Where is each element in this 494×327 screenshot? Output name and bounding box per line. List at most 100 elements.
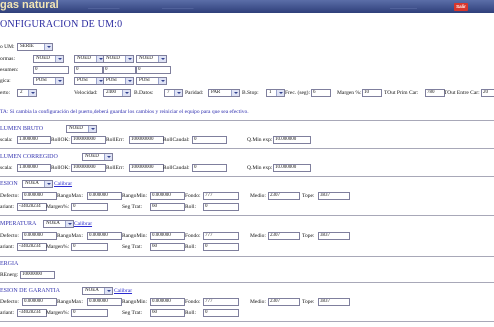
resumen-input-1[interactable]: 0 <box>33 66 69 74</box>
tope-input[interactable]: 3837 <box>318 232 350 240</box>
rollok-label: RollOK: <box>51 137 70 143</box>
segtrat-input[interactable]: 60 <box>150 309 185 317</box>
margen-input[interactable]: 0 <box>71 243 108 251</box>
escala-input[interactable]: 1.000000 <box>17 164 51 172</box>
rangomax-input[interactable]: 0.000000 <box>87 298 122 306</box>
presion-select[interactable]: NOEA <box>22 180 53 188</box>
chevron-down-icon <box>125 56 133 62</box>
defecto-input[interactable]: 0.000000 <box>22 232 57 240</box>
medio-label: Medio: <box>250 299 266 305</box>
rangomax-input[interactable]: 0.000000 <box>87 232 122 240</box>
rollcaudal-input[interactable]: 0 <box>192 136 227 144</box>
velocidad-select[interactable]: 2400 <box>103 89 131 97</box>
variant-input[interactable]: -34028234 <box>17 203 47 211</box>
um-type-select[interactable]: SERIE <box>17 43 53 51</box>
section-title-presion: ESION <box>0 181 18 187</box>
rangomin-input[interactable]: 0.000000 <box>150 232 185 240</box>
variant-input[interactable]: -34028234 <box>17 309 47 317</box>
fondo-input[interactable]: 777 <box>203 298 239 306</box>
formas-select-1[interactable]: NOED <box>33 55 64 63</box>
defecto-input[interactable]: 0.000000 <box>22 192 57 200</box>
logica-select-1[interactable]: POSI <box>33 77 64 85</box>
roll-label: Roll: <box>185 310 197 316</box>
rollcaudal-input[interactable]: 0 <box>192 164 227 172</box>
volumen-bruto-select[interactable]: NOED <box>66 125 97 133</box>
calibrar-link[interactable]: Calibrar <box>54 181 72 187</box>
segtrat-input[interactable]: 60 <box>150 243 185 251</box>
puerto-select[interactable]: 2 <box>17 89 37 97</box>
bstop-label: B.Stop: <box>242 90 259 96</box>
formas-select-4[interactable]: NOED <box>136 55 167 63</box>
rangomin-label: RangoMin: <box>122 299 148 305</box>
brand-logo: gas natural <box>0 0 59 11</box>
medio-input[interactable]: 2307 <box>268 298 300 306</box>
rollerr-input[interactable]: 100000000 <box>129 164 164 172</box>
volumen-corregido-select[interactable]: NOED <box>82 153 113 161</box>
chevron-down-icon <box>44 181 52 187</box>
segtrat-label: Seg Trat: <box>122 204 143 210</box>
um-type-label: o UM: <box>0 44 15 50</box>
roll-label: Roll: <box>185 244 197 250</box>
calibrar-link[interactable]: Calibrar <box>114 288 132 294</box>
tope-input[interactable]: 3837 <box>318 298 350 306</box>
defecto-input[interactable]: 0.000000 <box>22 298 57 306</box>
bstop-select[interactable]: 1 <box>266 89 285 97</box>
frec-input[interactable]: 6 <box>311 89 331 97</box>
energ-input[interactable]: 10000000 <box>20 271 55 279</box>
roll-input[interactable]: 0 <box>203 243 239 251</box>
rangomin-input[interactable]: 0.000000 <box>150 298 185 306</box>
rollok-input[interactable]: 100000000 <box>71 164 106 172</box>
chevron-down-icon <box>65 221 73 227</box>
medio-input[interactable]: 2307 <box>268 192 300 200</box>
nav-separator: ——————— <box>88 5 120 10</box>
chevron-down-icon <box>158 78 166 84</box>
presion-garantia-select[interactable]: NOEA <box>82 287 113 295</box>
bdatos-label: B.Datos: <box>134 90 154 96</box>
formas-select-3[interactable]: NOED <box>103 55 134 63</box>
paridad-select[interactable]: PAR <box>208 89 240 97</box>
variant-input[interactable]: -34028234 <box>17 243 47 251</box>
logica-select-4[interactable]: POSI <box>136 77 167 85</box>
rangomax-label: RangoMax: <box>57 299 83 305</box>
qmin-input[interactable]: 10.000000 <box>273 164 311 172</box>
escala-input[interactable]: 1.000000 <box>17 136 51 144</box>
resumen-input-4[interactable]: 0 <box>136 66 171 74</box>
fondo-input[interactable]: 777 <box>203 232 239 240</box>
tout-entre-input[interactable]: 20 <box>481 89 494 97</box>
roll-input[interactable]: 0 <box>203 309 239 317</box>
section-title-presion-garantia: ESION DE GARANTIA <box>0 288 60 294</box>
calibrar-link[interactable]: Calibrar <box>74 221 92 227</box>
resumen-input-2[interactable]: 0 <box>74 66 103 74</box>
fondo-input[interactable]: 777 <box>203 192 239 200</box>
margen-input[interactable]: 0 <box>71 309 108 317</box>
qmin-input[interactable]: 10.000000 <box>273 136 311 144</box>
rollcaudal-label: RollCaudal: <box>163 137 190 143</box>
logica-select-3[interactable]: POSI <box>103 77 134 85</box>
medio-label: Medio: <box>250 193 266 199</box>
tope-input[interactable]: 3837 <box>318 192 350 200</box>
segtrat-input[interactable]: 60 <box>150 203 185 211</box>
rollok-label: RollOK: <box>51 165 70 171</box>
resumen-input-3[interactable]: 0 <box>103 66 136 74</box>
logica-select-2[interactable]: POSI <box>74 77 105 85</box>
rollok-input[interactable]: 100000000 <box>71 136 106 144</box>
port-change-note: TA: Si cambia la configuración del puert… <box>0 109 249 115</box>
temperatura-select[interactable]: NOEA <box>43 220 74 228</box>
bdatos-select[interactable]: 7 <box>164 89 183 97</box>
tout-prim-input[interactable]: 780 <box>425 89 445 97</box>
tope-label: Tope: <box>302 299 315 305</box>
rangomin-input[interactable]: 0.000000 <box>150 192 185 200</box>
margen-input[interactable]: 0 <box>71 203 108 211</box>
chevron-down-icon <box>122 90 130 96</box>
puerto-label: erto: <box>0 90 11 96</box>
roll-input[interactable]: 0 <box>203 203 239 211</box>
rangomin-label: RangoMin: <box>122 193 148 199</box>
rangomax-input[interactable]: 0.000000 <box>87 192 122 200</box>
exit-button[interactable]: Salir <box>454 3 468 11</box>
escala-label: scala: <box>0 165 13 171</box>
medio-input[interactable]: 2307 <box>268 232 300 240</box>
margen-input[interactable]: 10 <box>362 89 382 97</box>
formas-select-2[interactable]: NOED <box>74 55 105 63</box>
rollerr-input[interactable]: 100000000 <box>129 136 164 144</box>
nav-separator: ——————— <box>162 5 194 10</box>
